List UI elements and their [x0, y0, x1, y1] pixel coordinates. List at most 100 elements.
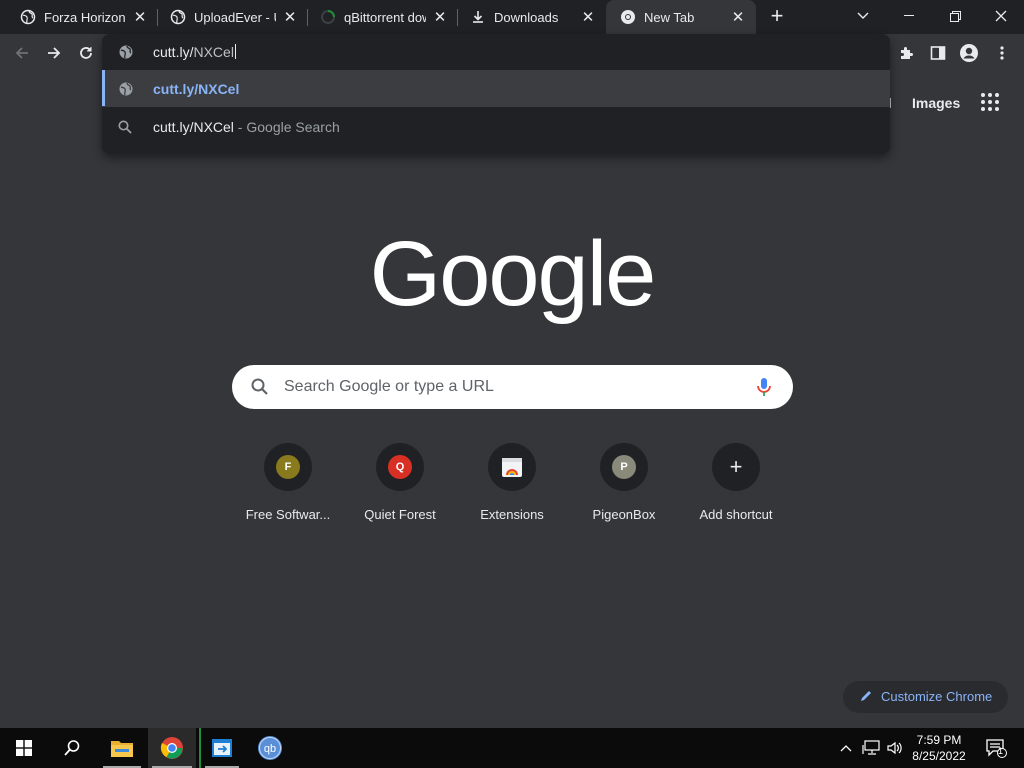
- restore-button[interactable]: [932, 0, 978, 32]
- omnibox: cutt.ly/NXCel cutt.ly/NXCel cutt.ly/NXCe…: [102, 34, 890, 154]
- new-tab-button[interactable]: +: [764, 4, 790, 30]
- start-button[interactable]: [0, 728, 48, 768]
- tab-title: qBittorrent down: [344, 9, 426, 25]
- puzzle-icon: [901, 47, 913, 59]
- address-input[interactable]: cutt.ly/NXCel: [153, 44, 236, 60]
- minimize-button[interactable]: [886, 0, 932, 32]
- apps-grid-icon: [981, 100, 985, 104]
- windows-logo-icon: [16, 740, 32, 756]
- network-icon: [862, 740, 880, 755]
- restore-icon: [949, 10, 961, 22]
- search-icon: [118, 120, 132, 139]
- shortcut-tile[interactable]: P PigeonBox: [568, 443, 680, 539]
- close-tab-icon[interactable]: ✕: [432, 9, 448, 26]
- tab-strip: Forza Horizon 5: ✕ UploadEver - Upl ✕ qB…: [0, 0, 1024, 34]
- reload-button[interactable]: [72, 39, 100, 67]
- suggestion-text: cutt.ly/NXCel - Google Search: [153, 119, 340, 135]
- taskbar-search-button[interactable]: [48, 728, 96, 768]
- kebab-menu-icon: [1000, 46, 1004, 60]
- apps-grid-icon: [981, 93, 985, 97]
- autocomplete-text: NXCel: [193, 44, 234, 60]
- shortcut-favicon: Q: [376, 443, 424, 491]
- globe-icon: [118, 44, 134, 65]
- chrome-icon: [160, 737, 183, 759]
- google-logo: Google: [369, 223, 657, 325]
- svg-text:qb: qb: [264, 743, 276, 755]
- side-panel-icon: [930, 46, 946, 60]
- shortcut-letter: Q: [388, 455, 412, 479]
- tab-search-button[interactable]: [840, 0, 886, 32]
- suggestion-search[interactable]: cutt.ly/NXCel - Google Search: [102, 109, 890, 145]
- globe-icon: [170, 9, 186, 25]
- volume-button[interactable]: [884, 728, 906, 768]
- apps-grid-icon: [988, 107, 992, 111]
- menu-button[interactable]: [988, 39, 1016, 67]
- add-shortcut-button[interactable]: + Add shortcut: [680, 443, 792, 539]
- app-window-icon: [212, 739, 232, 757]
- tab-downloads[interactable]: Downloads ✕: [456, 0, 606, 34]
- forward-button[interactable]: [40, 39, 68, 67]
- ntp-search-box[interactable]: Search Google or type a URL: [232, 365, 793, 409]
- folder-icon: [111, 741, 133, 757]
- suggestion-query: cutt.ly/NXCel: [153, 119, 234, 135]
- shortcut-tile[interactable]: F Free Softwar...: [232, 443, 344, 539]
- profile-button[interactable]: [955, 39, 983, 67]
- shortcut-favicon: [488, 443, 536, 491]
- shortcut-favicon: F: [264, 443, 312, 491]
- address-bar[interactable]: cutt.ly/NXCel: [102, 34, 890, 70]
- close-tab-icon[interactable]: ✕: [132, 9, 148, 26]
- qbittorrent-icon: qb: [258, 736, 282, 760]
- tab-title: New Tab: [644, 9, 695, 25]
- pencil-icon: [859, 689, 873, 708]
- close-tab-icon[interactable]: ✕: [282, 9, 298, 26]
- minimize-icon: [904, 15, 914, 16]
- suggestion-url[interactable]: cutt.ly/NXCel: [102, 70, 890, 107]
- tab-new-tab[interactable]: New Tab ✕: [606, 0, 756, 34]
- action-center-button[interactable]: 1: [978, 728, 1014, 768]
- taskbar-clock[interactable]: 7:59 PM 8/25/2022: [904, 732, 974, 764]
- qbittorrent-taskbar[interactable]: qb: [247, 728, 293, 768]
- chevron-down-icon: [857, 12, 869, 19]
- images-link[interactable]: Images: [912, 95, 960, 111]
- shortcut-label: PigeonBox: [592, 507, 656, 522]
- extensions-button[interactable]: [892, 39, 920, 67]
- shortcut-label: Quiet Forest: [364, 507, 436, 522]
- search-placeholder: Search Google or type a URL: [284, 378, 494, 395]
- tab-title: UploadEver - Upl: [194, 9, 276, 25]
- back-arrow-icon: [15, 47, 28, 59]
- apps-grid-icon: [995, 100, 999, 104]
- tab-forza[interactable]: Forza Horizon 5: ✕: [6, 0, 158, 34]
- close-icon: [995, 10, 1007, 22]
- selection-indicator: [102, 70, 105, 106]
- network-button[interactable]: [860, 728, 882, 768]
- chrome-taskbar[interactable]: [148, 728, 196, 768]
- back-button[interactable]: [8, 39, 36, 67]
- app-taskbar[interactable]: [199, 728, 243, 768]
- typed-text: cutt.ly/: [153, 44, 194, 60]
- forward-arrow-icon: [48, 47, 61, 59]
- avatar-icon: [960, 44, 978, 62]
- shortcut-favicon: P: [600, 443, 648, 491]
- windows-taskbar: qb 7:59 PM 8/25/2022 1: [0, 728, 1024, 768]
- shortcut-tile[interactable]: Extensions: [456, 443, 568, 539]
- apps-grid-icon: [988, 100, 992, 104]
- close-tab-icon[interactable]: ✕: [580, 9, 596, 26]
- tab-title: Downloads: [494, 9, 559, 25]
- chrome-icon: [620, 9, 636, 25]
- customize-chrome-button[interactable]: Customize Chrome: [843, 681, 1008, 713]
- tab-qbittorrent[interactable]: qBittorrent down ✕: [306, 0, 458, 34]
- shortcut-label: Add shortcut: [699, 507, 773, 522]
- search-icon: [64, 740, 80, 756]
- shortcut-label: Free Softwar...: [245, 507, 331, 522]
- close-tab-icon[interactable]: ✕: [730, 9, 746, 26]
- side-panel-button[interactable]: [924, 39, 952, 67]
- tray-overflow-button[interactable]: [836, 728, 856, 768]
- shortcut-tile[interactable]: Q Quiet Forest: [344, 443, 456, 539]
- search-icon: [250, 377, 270, 402]
- file-explorer-taskbar[interactable]: [99, 728, 145, 768]
- microphone-icon[interactable]: [753, 376, 775, 403]
- text-caret: [234, 44, 236, 59]
- close-window-button[interactable]: [978, 0, 1024, 32]
- google-apps-button[interactable]: [978, 90, 1002, 114]
- tab-uploadever[interactable]: UploadEver - Upl ✕: [156, 0, 308, 34]
